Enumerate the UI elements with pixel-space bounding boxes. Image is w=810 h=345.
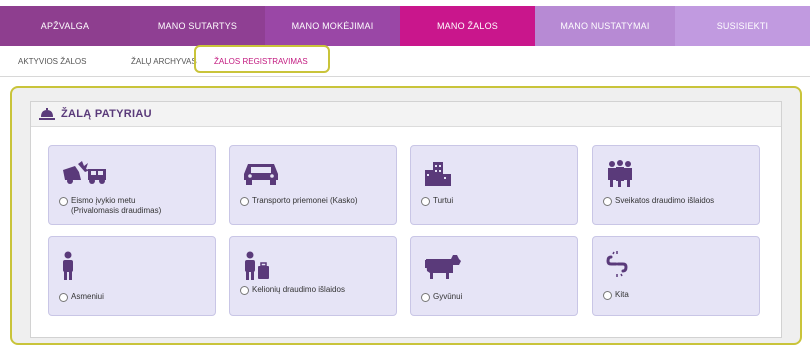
option-label-line1: Kita <box>615 290 629 299</box>
claim-option-traffic-accident[interactable]: Eismo įvykio metu (Privalomasis draudima… <box>48 145 216 225</box>
claim-option-vehicle-kasko[interactable]: Transporto priemonei (Kasko) <box>229 145 397 225</box>
claim-option-property[interactable]: Turtui <box>410 145 578 225</box>
nav-item-susisiekti[interactable]: SUSISIEKTI <box>675 6 810 46</box>
nav-item-mano-mokejimai[interactable]: MANO MOKĖJIMAI <box>265 6 400 46</box>
radio-button[interactable] <box>240 286 249 295</box>
option-label: Eismo įvykio metu (Privalomasis draudima… <box>59 196 161 216</box>
active-tab-highlight <box>194 45 330 73</box>
family-health-icon <box>608 160 632 187</box>
option-label: Asmeniui <box>59 292 104 302</box>
nav-item-mano-zalos[interactable]: MANO ŽALOS <box>400 6 535 46</box>
radio-button[interactable] <box>603 197 612 206</box>
option-label-line2: (Privalomasis draudimas) <box>71 206 162 215</box>
option-label: Transporto priemonei (Kasko) <box>240 196 358 206</box>
claim-option-travel[interactable]: Kelionių draudimo išlaidos <box>229 236 397 316</box>
traveler-icon <box>245 251 269 280</box>
radio-button[interactable] <box>421 293 430 302</box>
car-icon <box>244 164 278 185</box>
service-bell-icon <box>39 108 55 120</box>
main-nav: APŽVALGA MANO SUTARTYS MANO MOKĖJIMAI MA… <box>0 6 810 46</box>
person-icon <box>63 251 73 280</box>
claim-option-personal[interactable]: Asmeniui <box>48 236 216 316</box>
panel-title: ŽALĄ PATYRIAU <box>61 108 152 120</box>
option-label: Sveikatos draudimo išlaidos <box>603 196 714 206</box>
claim-option-health[interactable]: Sveikatos draudimo išlaidos <box>592 145 760 225</box>
claim-option-other[interactable]: Kita <box>592 236 760 316</box>
subnav-item-aktyvios-zalos[interactable]: AKTYVIOS ŽALOS <box>18 46 86 76</box>
panel-header: ŽALĄ PATYRIAU <box>31 102 781 127</box>
option-label-line1: Turtui <box>433 196 454 205</box>
option-label: Gyvūnui <box>421 292 462 302</box>
option-label-line1: Eismo įvykio metu <box>71 196 136 205</box>
subnav-item-zalu-archyvas[interactable]: ŽALŲ ARCHYVAS <box>131 46 197 76</box>
nav-item-apzvalga[interactable]: APŽVALGA <box>0 6 130 46</box>
option-label-line1: Transporto priemonei (Kasko) <box>252 196 358 205</box>
option-label-line1: Asmeniui <box>71 292 104 301</box>
option-label-line1: Gyvūnui <box>433 292 463 301</box>
chain-link-icon <box>606 251 628 277</box>
radio-button[interactable] <box>59 293 68 302</box>
radio-button[interactable] <box>59 197 68 206</box>
nav-item-mano-nustatymai[interactable]: MANO NUSTATYMAI <box>535 6 675 46</box>
car-accident-icon <box>63 161 106 184</box>
cow-icon <box>425 255 461 279</box>
option-label-line1: Sveikatos draudimo išlaidos <box>615 196 715 205</box>
radio-button[interactable] <box>240 197 249 206</box>
buildings-icon <box>425 162 451 186</box>
claim-option-animal[interactable]: Gyvūnui <box>410 236 578 316</box>
option-label-line1: Kelionių draudimo išlaidos <box>252 285 345 294</box>
option-label: Kelionių draudimo išlaidos <box>240 285 345 295</box>
sub-nav: AKTYVIOS ŽALOS ŽALŲ ARCHYVAS ŽALOS REGIS… <box>0 46 810 77</box>
radio-button[interactable] <box>421 197 430 206</box>
radio-button[interactable] <box>603 291 612 300</box>
nav-item-mano-sutartys[interactable]: MANO SUTARTYS <box>130 6 265 46</box>
option-label: Kita <box>603 290 629 300</box>
option-label: Turtui <box>421 196 453 206</box>
